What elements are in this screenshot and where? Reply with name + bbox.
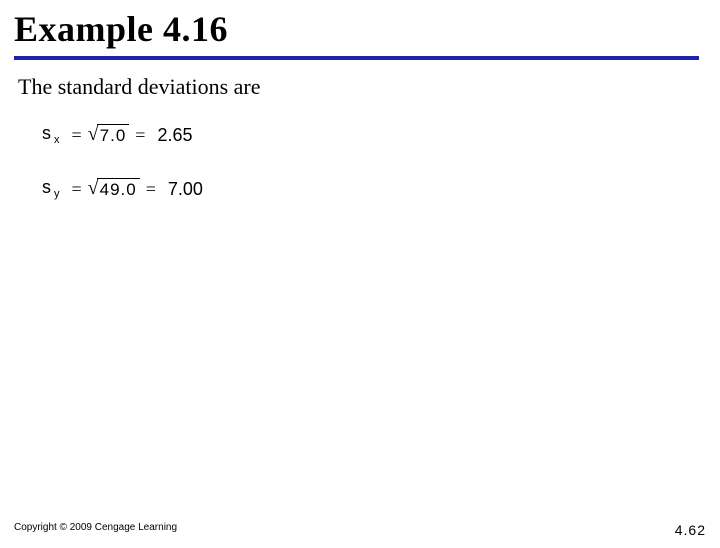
page-title: Example 4.16 bbox=[14, 8, 699, 60]
variable-sy: s y bbox=[42, 178, 60, 196]
var-base: s bbox=[42, 124, 51, 142]
equation-sx: s x = √ 7.0 = 2.65 bbox=[42, 124, 720, 146]
slide: Example 4.16 The standard deviations are… bbox=[0, 8, 720, 548]
page-number: 4.62 bbox=[675, 522, 706, 538]
radicand: 49.0 bbox=[97, 178, 140, 200]
radicand: 7.0 bbox=[97, 124, 130, 146]
footer: Copyright © 2009 Cengage Learning 4.62 bbox=[14, 522, 706, 538]
equals-sign: = bbox=[135, 126, 145, 144]
equation-sy: s y = √ 49.0 = 7.00 bbox=[42, 178, 720, 200]
variable-sx: s x bbox=[42, 124, 60, 142]
body-text: The standard deviations are bbox=[18, 74, 720, 100]
equals-sign: = bbox=[146, 180, 156, 198]
sqrt-icon: √ 7.0 bbox=[88, 124, 130, 146]
var-subscript: y bbox=[54, 189, 60, 200]
sqrt-icon: √ 49.0 bbox=[88, 178, 140, 200]
var-subscript: x bbox=[54, 135, 60, 146]
equations-block: s x = √ 7.0 = 2.65 s y = √ 49.0 = 7.00 bbox=[42, 124, 720, 201]
var-base: s bbox=[42, 178, 51, 196]
equation-result: 7.00 bbox=[168, 180, 203, 198]
copyright-text: Copyright © 2009 Cengage Learning bbox=[14, 522, 177, 538]
equation-result: 2.65 bbox=[157, 126, 192, 144]
equals-sign: = bbox=[72, 126, 82, 144]
equals-sign: = bbox=[72, 180, 82, 198]
